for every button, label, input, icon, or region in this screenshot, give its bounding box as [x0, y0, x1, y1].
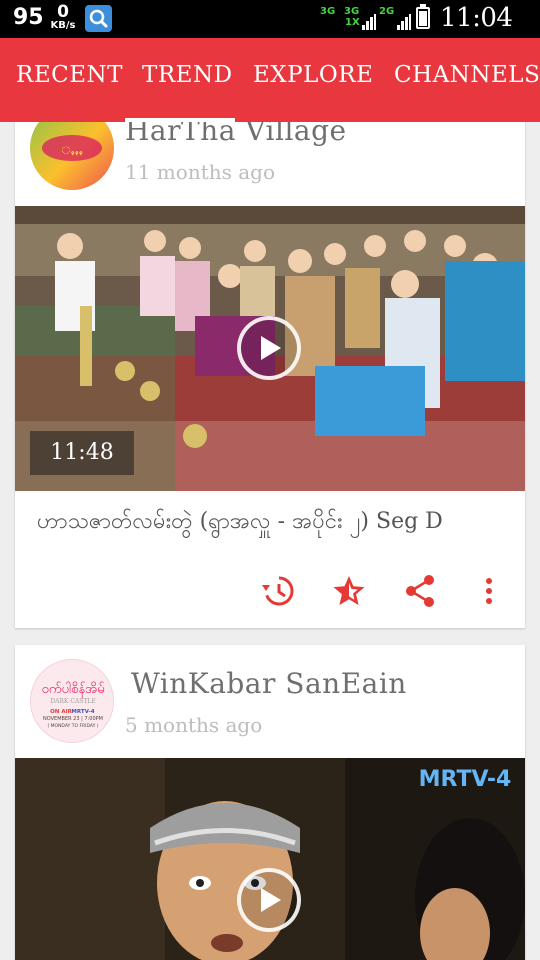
network-badge-3g: 3G	[320, 6, 336, 17]
video-thumbnail[interactable]: MRTV-4	[15, 758, 525, 960]
network-speed-unit: KB/s	[50, 20, 76, 31]
battery-percent: 95	[13, 5, 44, 30]
signal-3g-icon: 3G	[320, 6, 335, 32]
status-bar: 95 0 KB/s 3G 3G 1X 2G 11:04 PM	[0, 0, 540, 61]
play-icon[interactable]	[237, 316, 301, 380]
active-tab-indicator	[125, 118, 235, 122]
video-title[interactable]: ဟာသဇာတ်လမ်းတွဲ (ရွာအလှူ - အပိုင်း ၂) Seg…	[37, 506, 517, 539]
more-vert-icon[interactable]	[469, 571, 509, 611]
share-icon[interactable]	[401, 571, 441, 611]
time-ago: 11 months ago	[125, 160, 275, 184]
video-watermark: MRTV-4	[419, 767, 512, 792]
time-ago: 5 months ago	[125, 713, 263, 737]
search-icon[interactable]	[85, 5, 112, 32]
network-speed-value: 0	[57, 2, 69, 22]
video-duration: 11:48	[30, 431, 134, 475]
battery-icon	[416, 4, 430, 29]
signal-bars-icon	[397, 14, 411, 30]
tab-channels[interactable]: CHANNELS	[394, 62, 540, 88]
video-card[interactable]: ꩻꩻꩻ HarTha Village 11 months ago 11:48 ဟ…	[15, 96, 525, 628]
logo-on-air: ON AIR	[50, 709, 72, 715]
svg-text:ꩻꩻꩻ: ꩻꩻꩻ	[61, 139, 83, 158]
signal-2g-icon: 2G	[379, 6, 411, 32]
tab-explore[interactable]: EXPLORE	[253, 62, 373, 88]
logo-days: ( MONDAY TO FRIDAY )	[47, 723, 98, 729]
logo-network: MRTV-4	[71, 709, 94, 715]
video-card[interactable]: ဝက်ပါစိန်အိမ် DARK CASTLE ON AIR MRTV-4 …	[15, 645, 525, 960]
signal-bars-icon	[362, 14, 376, 30]
logo-title: ဝက်ပါစိန်အိမ်	[41, 681, 104, 699]
network-badge-3g: 3G	[344, 6, 360, 17]
channel-avatar[interactable]: ဝက်ပါစိန်အိမ် DARK CASTLE ON AIR MRTV-4 …	[30, 659, 114, 743]
network-badge-2g: 2G	[379, 6, 395, 17]
clock-time: 11:04	[440, 3, 513, 33]
video-thumbnail[interactable]: 11:48	[15, 206, 525, 491]
channel-logo: ဝက်ပါစိန်အိမ် DARK CASTLE ON AIR MRTV-4 …	[31, 660, 113, 742]
tab-bar: RECENT TREND EXPLORE CHANNELS	[0, 38, 540, 122]
channel-name[interactable]: WinKabar SanEain	[131, 667, 407, 700]
network-badge-1x: 1X	[345, 17, 360, 28]
tab-recent[interactable]: RECENT	[16, 62, 123, 88]
network-speed: 0 KB/s	[48, 4, 78, 32]
star-icon[interactable]	[329, 571, 369, 611]
logo-subtitle: DARK CASTLE	[50, 698, 95, 705]
history-icon[interactable]	[258, 571, 298, 611]
logo-date-time: NOVEMBER 23 | 7:00PM	[43, 716, 103, 722]
tab-trend[interactable]: TREND	[142, 62, 233, 88]
play-icon[interactable]	[237, 868, 301, 932]
